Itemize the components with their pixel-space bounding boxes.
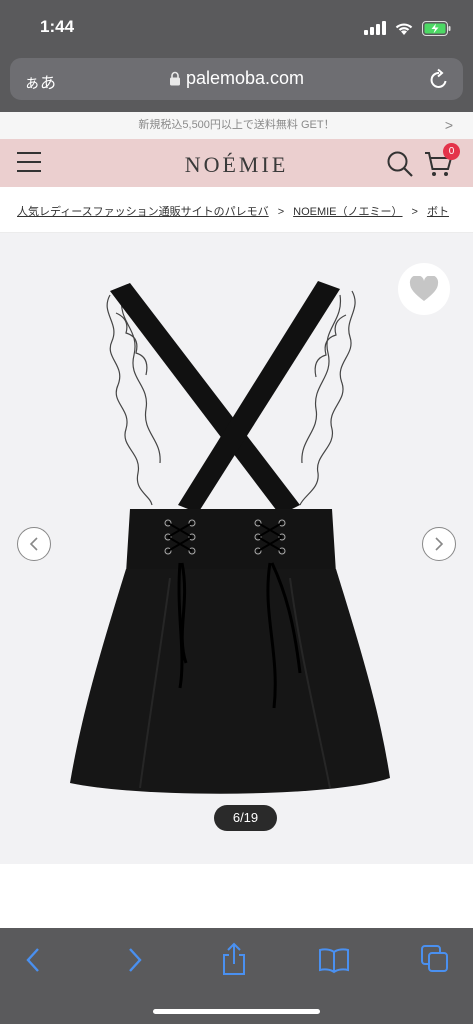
breadcrumb-item-category[interactable]: ボト (427, 206, 449, 218)
previous-image-button[interactable] (17, 527, 51, 561)
product-image (70, 281, 390, 794)
lock-icon (169, 71, 180, 86)
chevron-right-icon (435, 537, 444, 551)
breadcrumb: 人気レディースファッション通販サイトのパレモバ > NOEMIE（ノエミー） > ボト (0, 187, 473, 233)
status-bar: 1:44 (0, 0, 473, 56)
bookmarks-icon[interactable] (318, 946, 350, 974)
forward-chevron-icon[interactable] (124, 945, 144, 975)
skirt-body (70, 569, 390, 794)
address-bar[interactable]: ぁあ palemoba.com (10, 58, 463, 100)
favorite-button[interactable] (398, 263, 450, 315)
site-header: NOÉMIE 0 (0, 139, 473, 187)
breadcrumb-item-home[interactable]: 人気レディースファッション通販サイトのパレモバ (17, 206, 269, 218)
browser-top-chrome: 1:44 ぁあ palemoba.com (0, 0, 473, 112)
breadcrumb-separator: > (411, 206, 418, 218)
url-text: palemoba.com (185, 68, 305, 88)
url-display[interactable]: palemoba.com (10, 68, 463, 89)
product-image-gallery[interactable]: 6/19 (0, 233, 473, 864)
share-icon[interactable] (220, 942, 248, 976)
breadcrumb-separator: > (277, 206, 285, 218)
waistband (126, 509, 336, 573)
promo-next-arrow[interactable]: > (445, 112, 453, 139)
reload-icon[interactable] (429, 68, 449, 90)
wifi-icon (395, 22, 413, 35)
chevron-left-icon (29, 537, 38, 551)
tabs-icon[interactable] (420, 944, 450, 974)
search-icon[interactable] (386, 150, 414, 178)
back-chevron-icon[interactable] (24, 945, 44, 975)
heart-icon (409, 276, 439, 301)
cart-count-badge: 0 (443, 143, 460, 160)
web-page: 新規税込5,500円以上で送料無料 GET！ > NOÉMIE 0 人気レディー… (0, 112, 473, 928)
browser-bottom-toolbar (0, 928, 473, 1024)
battery-icon (422, 20, 451, 36)
image-counter: 6/19 (214, 805, 277, 831)
promo-text: 新規税込5,500円以上で送料無料 GET！ (138, 119, 335, 131)
home-indicator (153, 1009, 320, 1014)
breadcrumb-item-brand[interactable]: NOEMIE（ノエミー） (293, 206, 402, 218)
status-time: 1:44 (40, 17, 75, 36)
next-image-button[interactable] (422, 527, 456, 561)
status-icons (364, 18, 451, 38)
signal-icon (364, 21, 386, 35)
promo-banner[interactable]: 新規税込5,500円以上で送料無料 GET！ > (0, 112, 473, 139)
